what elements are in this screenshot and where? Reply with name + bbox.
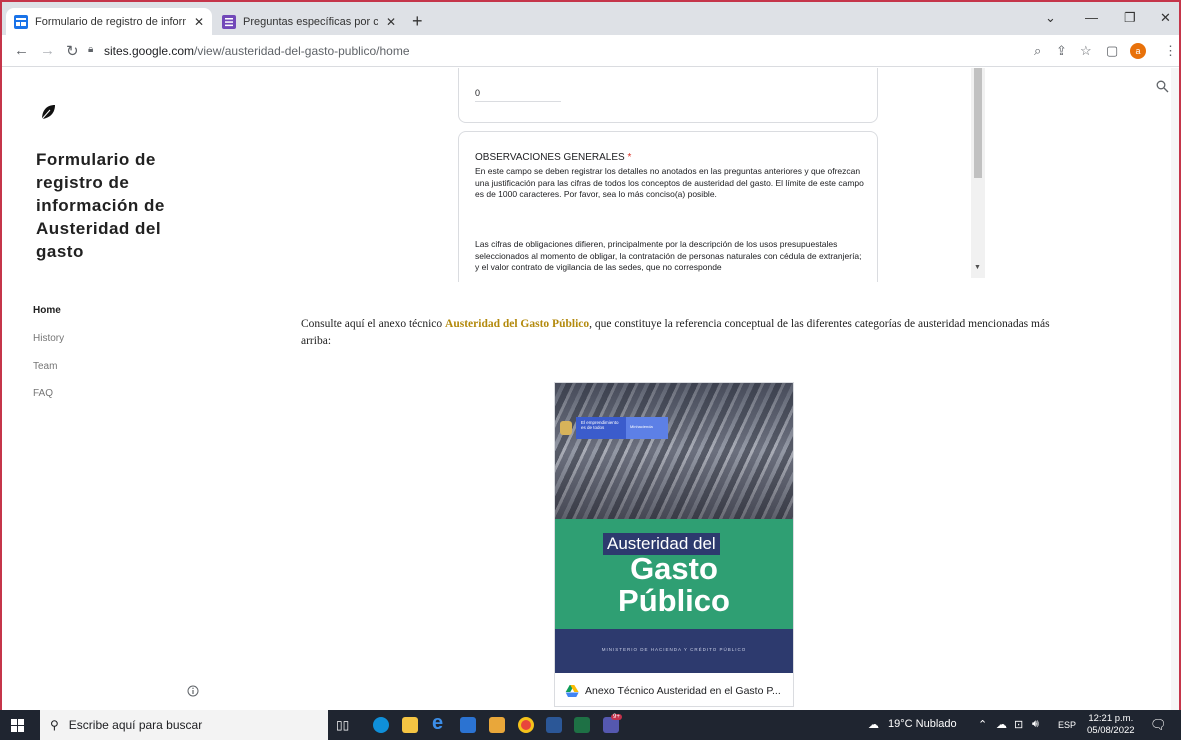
form-card-observaciones: OBSERVACIONES GENERALES * En este campo … — [458, 131, 878, 282]
document-footer[interactable]: Anexo Técnico Austeridad en el Gasto P..… — [555, 675, 793, 706]
url-path: /view/austeridad-del-gasto-publico/home — [194, 44, 410, 58]
tab-preguntas[interactable]: Preguntas específicas por concep ✕ — [214, 8, 404, 35]
restore-icon[interactable]: ❐ — [1124, 10, 1136, 26]
cover-title-band: Austeridad del Gasto Público — [555, 519, 793, 629]
taskbar-search-placeholder: Escribe aquí para buscar — [68, 718, 203, 732]
teams-icon[interactable]: 9+ — [603, 714, 622, 733]
language-indicator[interactable]: ESP — [1058, 720, 1076, 730]
notifications-icon[interactable]: 🗨︎ — [1150, 717, 1167, 733]
tab-close-icon[interactable]: ✕ — [386, 15, 396, 29]
site-search-icon[interactable] — [1156, 80, 1169, 93]
question-title-text: OBSERVACIONES GENERALES — [475, 152, 625, 163]
share-icon[interactable]: ⇪ — [1056, 43, 1067, 59]
word-icon[interactable] — [546, 717, 562, 733]
nav-home[interactable]: Home — [33, 305, 61, 316]
onedrive-icon[interactable]: ☁ — [996, 718, 1007, 731]
consult-paragraph: Consulte aquí el anexo técnico Austerida… — [301, 316, 1061, 350]
bookmark-star-icon[interactable]: ☆ — [1080, 43, 1092, 59]
scroll-down-arrow-icon[interactable]: ▼ — [974, 264, 981, 271]
google-forms-favicon-icon — [222, 14, 236, 29]
windows-start-icon[interactable] — [11, 719, 24, 732]
zoom-icon[interactable]: ⌕ — [1034, 43, 1041, 59]
clock-time: 12:21 p.m. — [1088, 713, 1134, 724]
network-icon[interactable]: ⊡ — [1014, 718, 1023, 731]
document-file-name[interactable]: Anexo Técnico Austeridad en el Gasto P..… — [585, 685, 781, 697]
embedded-form[interactable]: 0 OBSERVACIONES GENERALES * En este camp… — [458, 68, 988, 282]
windows-taskbar: ⚲ Escribe aquí para buscar ▯▯ e 9+ ☁ 19°… — [0, 710, 1181, 740]
info-icon[interactable] — [187, 685, 199, 697]
task-view-icon[interactable]: ▯▯ — [336, 718, 352, 734]
weather-text[interactable]: 19°C Nublado — [888, 718, 957, 730]
reload-icon[interactable]: ↻ — [66, 42, 79, 60]
tray-chevron-icon[interactable]: ⌃ — [978, 718, 987, 731]
form-card-previous-question: 0 — [458, 68, 878, 123]
taskbar-search-box[interactable]: ⚲ Escribe aquí para buscar — [40, 710, 328, 740]
previous-answer-value[interactable]: 0 — [475, 88, 480, 98]
address-bar[interactable]: sites.google.com/view/austeridad-del-gas… — [104, 44, 410, 58]
answer-underline — [475, 101, 561, 102]
back-icon[interactable]: ← — [14, 42, 29, 59]
forward-icon[interactable]: → — [40, 42, 55, 59]
cover-ministry-band: MINISTERIO DE HACIENDA Y CRÉDITO PÚBLICO — [555, 629, 793, 673]
form-scrollbar-thumb[interactable] — [974, 68, 982, 178]
tab-search-chevron-icon[interactable]: ⌄ — [1045, 10, 1056, 26]
url-host: sites.google.com — [104, 44, 195, 58]
close-window-icon[interactable]: ✕ — [1160, 10, 1171, 26]
search-icon: ⚲ — [50, 718, 59, 732]
google-drive-icon — [565, 684, 579, 697]
excel-icon[interactable] — [574, 717, 590, 733]
internet-explorer-icon[interactable]: e — [432, 712, 448, 734]
tab-strip: Formulario de registro de inform ✕ Pregu… — [2, 2, 1179, 35]
site-page: Formulario de registro de información de… — [2, 68, 1179, 710]
site-logo-leaf-icon[interactable] — [40, 104, 56, 120]
cover-title-line-2: Gasto — [630, 551, 718, 586]
cover-banknotes-photo: El emprendimiento es de todos Minhaciend… — [555, 383, 793, 519]
minimize-icon[interactable]: — — [1085, 10, 1098, 25]
site-title[interactable]: Formulario de registro de información de… — [36, 148, 186, 263]
store-app-icon[interactable] — [460, 717, 476, 733]
cover-title-line-3: Público — [618, 583, 730, 618]
nav-faq[interactable]: FAQ — [33, 388, 53, 399]
lock-icon[interactable]: 🔒︎ — [88, 44, 93, 55]
document-cover: El emprendimiento es de todos Minhaciend… — [555, 383, 793, 673]
nav-history[interactable]: History — [33, 333, 64, 344]
tab-title: Preguntas específicas por concep — [243, 15, 378, 28]
consult-text-before: Consulte aquí el anexo técnico — [301, 318, 446, 330]
required-asterisk: * — [627, 152, 632, 163]
navigation-bar: ← → ↻ 🔒︎ sites.google.com/view/austerida… — [2, 35, 1179, 67]
weather-icon[interactable]: ☁ — [868, 718, 879, 731]
cover-ministry-text: MINISTERIO DE HACIENDA Y CRÉDITO PÚBLICO — [601, 647, 747, 652]
profile-avatar[interactable]: a — [1130, 43, 1146, 59]
nav-team[interactable]: Team — [33, 361, 57, 372]
answer-textarea[interactable]: Las cifras de obligaciones difieren, pri… — [475, 239, 865, 274]
colombia-seal-icon — [560, 421, 572, 435]
chrome-icon[interactable] — [518, 717, 534, 733]
cover-title-lines: Gasto Público — [555, 553, 793, 617]
edge-browser-icon[interactable] — [373, 717, 389, 733]
menu-kebab-icon[interactable]: ⋮ — [1164, 43, 1177, 59]
app-icon[interactable] — [489, 717, 505, 733]
government-badge: El emprendimiento es de todos Minhaciend… — [560, 417, 668, 439]
tab-title: Formulario de registro de inform — [35, 15, 186, 28]
question-description: En este campo se deben registrar los det… — [475, 166, 864, 199]
badge-minhacienda: Minhacienda — [626, 417, 668, 439]
austeridad-link[interactable]: Austeridad del Gasto Público — [445, 318, 589, 330]
clock-date: 05/08/2022 — [1087, 725, 1135, 736]
question-title: OBSERVACIONES GENERALES * — [475, 152, 631, 163]
tab-close-icon[interactable]: ✕ — [194, 15, 204, 29]
drive-document-preview[interactable]: El emprendimiento es de todos Minhaciend… — [554, 382, 794, 707]
page-scrollbar[interactable] — [1171, 68, 1179, 710]
side-panel-icon[interactable]: ▢ — [1106, 43, 1118, 59]
clock[interactable]: 12:21 p.m. 05/08/2022 — [1087, 713, 1135, 737]
file-explorer-icon[interactable] — [402, 717, 418, 733]
tab-formulario[interactable]: Formulario de registro de inform ✕ — [6, 8, 212, 35]
teams-badge: 9+ — [611, 714, 622, 720]
badge-emprendimiento: El emprendimiento es de todos — [576, 417, 626, 439]
form-scrollbar[interactable]: ▼ — [971, 68, 985, 278]
volume-icon[interactable]: 🔊︎ — [1032, 718, 1039, 731]
google-sites-favicon-icon — [14, 14, 28, 29]
new-tab-icon[interactable]: + — [412, 11, 423, 32]
